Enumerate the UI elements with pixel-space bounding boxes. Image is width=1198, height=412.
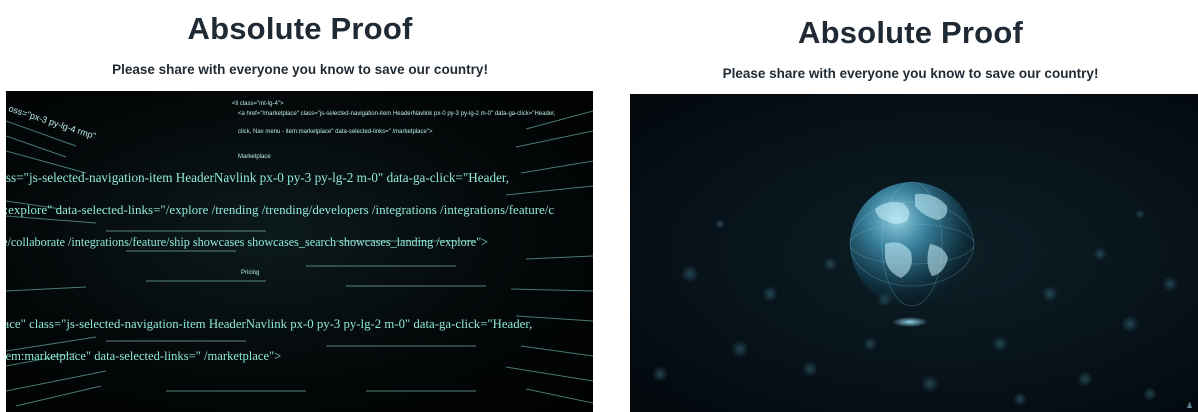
- video-player-code[interactable]: <li class="mt-lg-4"> <a href="/marketpla…: [6, 91, 593, 412]
- page-title: Absolute Proof: [187, 11, 413, 46]
- code-text: Marketplace: [238, 154, 271, 160]
- code-text: tem:marketplace" data-selected-links=" /…: [6, 349, 281, 363]
- digital-globe-image: ♟: [652, 181, 1193, 410]
- code-text: n:explore" data-selected-links="/explore…: [6, 202, 554, 217]
- code-text: <li class="mt-lg-4">: [232, 101, 284, 107]
- code-text: <a href="/marketplace" class="js-selecte…: [238, 111, 556, 117]
- video-panel-right: Absolute Proof Please share with everyon…: [623, 0, 1198, 412]
- share-subtitle: Please share with everyone you know to s…: [722, 66, 1099, 81]
- svg-text:oss="px-3 py-lg-4 rmp": oss="px-3 py-lg-4 rmp": [7, 103, 97, 141]
- page-title: Absolute Proof: [798, 15, 1023, 50]
- code-text: Pricing: [241, 270, 259, 276]
- share-subtitle: Please share with everyone you know to s…: [112, 62, 488, 77]
- code-text: lace" class="js-selected-navigation-item…: [6, 317, 532, 331]
- svg-text:♟: ♟: [1186, 401, 1193, 410]
- video-player-globe[interactable]: ♟: [630, 94, 1198, 412]
- code-text: click, Nav menu - item:marketplace" data…: [238, 129, 433, 135]
- code-text: re/collaborate /integrations/feature/shi…: [6, 235, 488, 249]
- video-panel-left: Absolute Proof Please share with everyon…: [0, 0, 600, 412]
- globe-icon: [849, 181, 975, 327]
- code-text: ass="js-selected-navigation-item HeaderN…: [6, 170, 509, 185]
- code-matrix-image: <li class="mt-lg-4"> <a href="/marketpla…: [6, 101, 593, 407]
